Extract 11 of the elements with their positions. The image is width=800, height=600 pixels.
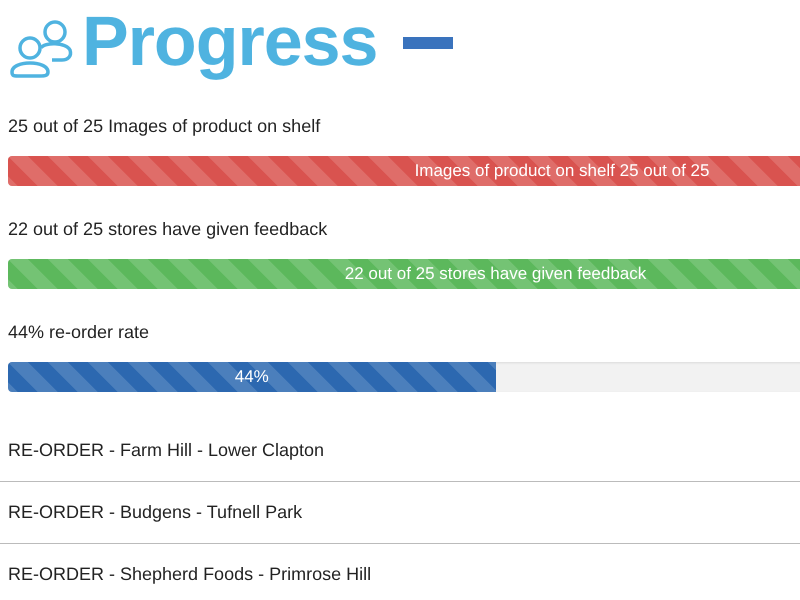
reorder-item: RE-ORDER - Farm Hill - Lower Clapton [8,439,326,461]
progress-text: Images of product on shelf 25 out of 25 [414,160,710,182]
reorder-item: RE-ORDER - Budgens - Tufnell Park [8,501,304,523]
reorder-item: RE-ORDER - Shepherd Foods - Primrose Hill [8,563,372,585]
progress-text: 44% [234,366,269,388]
collapse-button[interactable] [403,37,454,49]
minus-icon [403,37,454,49]
progress-text: 22 out of 25 stores have given feedback [344,263,646,286]
progress-label: 22 out of 25 stores have given feedback [8,218,328,240]
progress-label: 25 out of 25 Images of product on shelf [8,115,322,137]
progress-label: 44% re-order rate [8,321,150,343]
